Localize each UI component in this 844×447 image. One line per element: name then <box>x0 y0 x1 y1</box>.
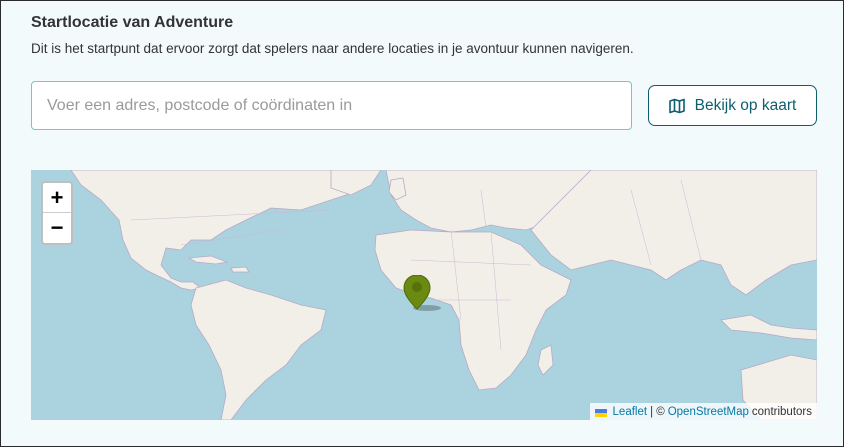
leaflet-link[interactable]: Leaflet <box>613 406 648 418</box>
section-description: Dit is het startpunt dat ervoor zorgt da… <box>31 41 634 56</box>
zoom-out-button[interactable]: − <box>43 213 71 243</box>
zoom-in-button[interactable]: + <box>43 183 71 213</box>
map-icon <box>668 98 685 113</box>
view-on-map-label: Bekijk op kaart <box>694 96 797 114</box>
world-map[interactable]: + − Leaflet | © OpenStreetMap contributo… <box>31 170 817 420</box>
section-title: Startlocatie van Adventure <box>31 14 234 31</box>
zoom-control: + − <box>41 181 73 245</box>
attribution-suffix: contributors <box>751 405 812 418</box>
openstreetmap-link[interactable]: OpenStreetMap <box>668 406 749 418</box>
map-attribution: Leaflet | © OpenStreetMap contributors <box>589 403 817 420</box>
location-marker-icon[interactable] <box>403 275 447 311</box>
ukraine-flag-icon <box>594 408 607 417</box>
attribution-separator: | © <box>650 405 665 418</box>
address-search-input[interactable] <box>31 81 632 130</box>
view-on-map-button[interactable]: Bekijk op kaart <box>648 85 817 126</box>
